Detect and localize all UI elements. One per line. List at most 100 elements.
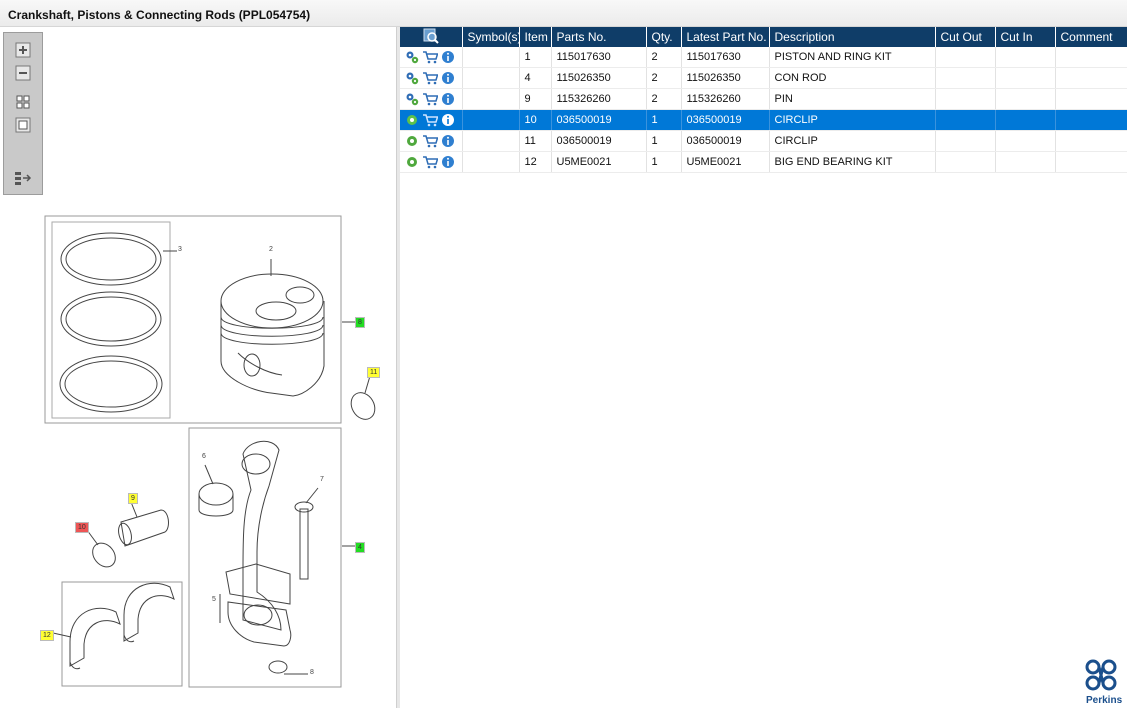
column-cut-out[interactable]: Cut Out <box>935 27 996 47</box>
cell-cut-in <box>995 151 1056 173</box>
cart-icon[interactable] <box>422 113 438 127</box>
cell-cut-in <box>995 109 1056 131</box>
info-icon[interactable] <box>441 113 455 127</box>
row-actions <box>400 67 463 89</box>
window-title: Crankshaft, Pistons & Connecting Rods (P… <box>8 8 311 22</box>
cell-cut-in <box>995 47 1056 68</box>
gear-icon[interactable] <box>405 113 419 127</box>
diagram-label-6: 6 <box>202 453 206 460</box>
cell-description: CON ROD <box>769 67 936 89</box>
cell-symbols <box>462 88 520 110</box>
cell-cut-out <box>935 47 996 68</box>
callout-8[interactable]: 8 <box>355 317 365 328</box>
parts-table: Symbol(s) Item Parts No. Qty. Latest Par… <box>400 27 1127 173</box>
cell-qty: 1 <box>646 130 682 152</box>
column-latest-part-no[interactable]: Latest Part No. <box>681 27 770 47</box>
cell-symbols <box>462 47 520 68</box>
cell-parts-no: U5ME0021 <box>551 151 647 173</box>
cell-qty: 2 <box>646 67 682 89</box>
gear-icon[interactable] <box>405 71 419 85</box>
perkins-logo: Perkins <box>1082 658 1127 708</box>
column-actions[interactable] <box>400 27 463 47</box>
cell-item: 10 <box>519 109 552 131</box>
column-description[interactable]: Description <box>769 27 936 47</box>
diagram-label-7: 7 <box>320 476 324 483</box>
table-row[interactable]: 10 036500019 1 036500019 CIRCLIP <box>400 109 1127 131</box>
search-parts-icon[interactable] <box>423 28 439 44</box>
diagram-label-2: 2 <box>269 246 273 253</box>
cell-qty: 2 <box>646 47 682 68</box>
cell-comment <box>1055 47 1127 68</box>
column-parts-no[interactable]: Parts No. <box>551 27 647 47</box>
diagram-panel[interactable]: 8 11 9 10 4 12 3 2 6 7 5 8 <box>0 27 397 708</box>
callout-10[interactable]: 10 <box>75 522 89 533</box>
cart-icon[interactable] <box>422 71 438 85</box>
gear-icon[interactable] <box>405 50 419 64</box>
table-row[interactable]: 12 U5ME0021 1 U5ME0021 BIG END BEARING KIT <box>400 151 1127 173</box>
callout-4[interactable]: 4 <box>355 542 365 553</box>
cell-symbols <box>462 109 520 131</box>
gear-icon[interactable] <box>405 155 419 169</box>
row-actions <box>400 151 463 173</box>
info-icon[interactable] <box>441 92 455 106</box>
diagram-label-5: 5 <box>212 596 216 603</box>
cell-cut-out <box>935 130 996 152</box>
cell-parts-no: 036500019 <box>551 109 647 131</box>
title-bar: Crankshaft, Pistons & Connecting Rods (P… <box>0 0 1127 27</box>
cell-description: PIN <box>769 88 936 110</box>
column-cut-in[interactable]: Cut In <box>995 27 1056 47</box>
perkins-logo-icon <box>1085 659 1117 691</box>
table-row[interactable]: 4 115026350 2 115026350 CON ROD <box>400 67 1127 89</box>
cart-icon[interactable] <box>422 50 438 64</box>
cell-cut-out <box>935 88 996 110</box>
info-icon[interactable] <box>441 134 455 148</box>
column-qty[interactable]: Qty. <box>646 27 682 47</box>
cell-description: CIRCLIP <box>769 130 936 152</box>
row-actions <box>400 109 463 131</box>
parts-list-panel: Symbol(s) Item Parts No. Qty. Latest Par… <box>400 27 1127 708</box>
cell-comment <box>1055 67 1127 89</box>
cell-qty: 2 <box>646 88 682 110</box>
cell-latest-part-no: 036500019 <box>681 130 770 152</box>
cell-comment <box>1055 88 1127 110</box>
info-icon[interactable] <box>441 71 455 85</box>
column-item[interactable]: Item <box>519 27 552 47</box>
callout-11[interactable]: 11 <box>367 367 381 378</box>
cell-item: 4 <box>519 67 552 89</box>
cell-symbols <box>462 67 520 89</box>
table-row[interactable]: 1 115017630 2 115017630 PISTON AND RING KIT <box>400 47 1127 68</box>
cell-latest-part-no: 115017630 <box>681 47 770 68</box>
row-actions <box>400 130 463 152</box>
cell-item: 12 <box>519 151 552 173</box>
cell-symbols <box>462 151 520 173</box>
row-actions <box>400 88 463 110</box>
callout-12[interactable]: 12 <box>40 630 54 641</box>
logo-text: Perkins <box>1086 695 1123 706</box>
cell-description: BIG END BEARING KIT <box>769 151 936 173</box>
cell-item: 11 <box>519 130 552 152</box>
cell-comment <box>1055 151 1127 173</box>
gear-icon[interactable] <box>405 134 419 148</box>
cell-description: CIRCLIP <box>769 109 936 131</box>
diagram-label-3: 3 <box>178 246 182 253</box>
cell-latest-part-no: 115026350 <box>681 67 770 89</box>
cell-cut-in <box>995 88 1056 110</box>
cell-cut-in <box>995 130 1056 152</box>
cell-item: 1 <box>519 47 552 68</box>
info-icon[interactable] <box>441 155 455 169</box>
gear-icon[interactable] <box>405 92 419 106</box>
cart-icon[interactable] <box>422 134 438 148</box>
table-row[interactable]: 11 036500019 1 036500019 CIRCLIP <box>400 130 1127 152</box>
cart-icon[interactable] <box>422 155 438 169</box>
cell-parts-no: 115017630 <box>551 47 647 68</box>
callout-9[interactable]: 9 <box>128 493 138 504</box>
cart-icon[interactable] <box>422 92 438 106</box>
info-icon[interactable] <box>441 50 455 64</box>
column-comment[interactable]: Comment <box>1055 27 1127 47</box>
table-header-row: Symbol(s) Item Parts No. Qty. Latest Par… <box>400 27 1127 47</box>
diagram-label-8: 8 <box>310 669 314 676</box>
table-row[interactable]: 9 115326260 2 115326260 PIN <box>400 88 1127 110</box>
cell-latest-part-no: 036500019 <box>681 109 770 131</box>
cell-cut-out <box>935 151 996 173</box>
column-symbols[interactable]: Symbol(s) <box>462 27 520 47</box>
